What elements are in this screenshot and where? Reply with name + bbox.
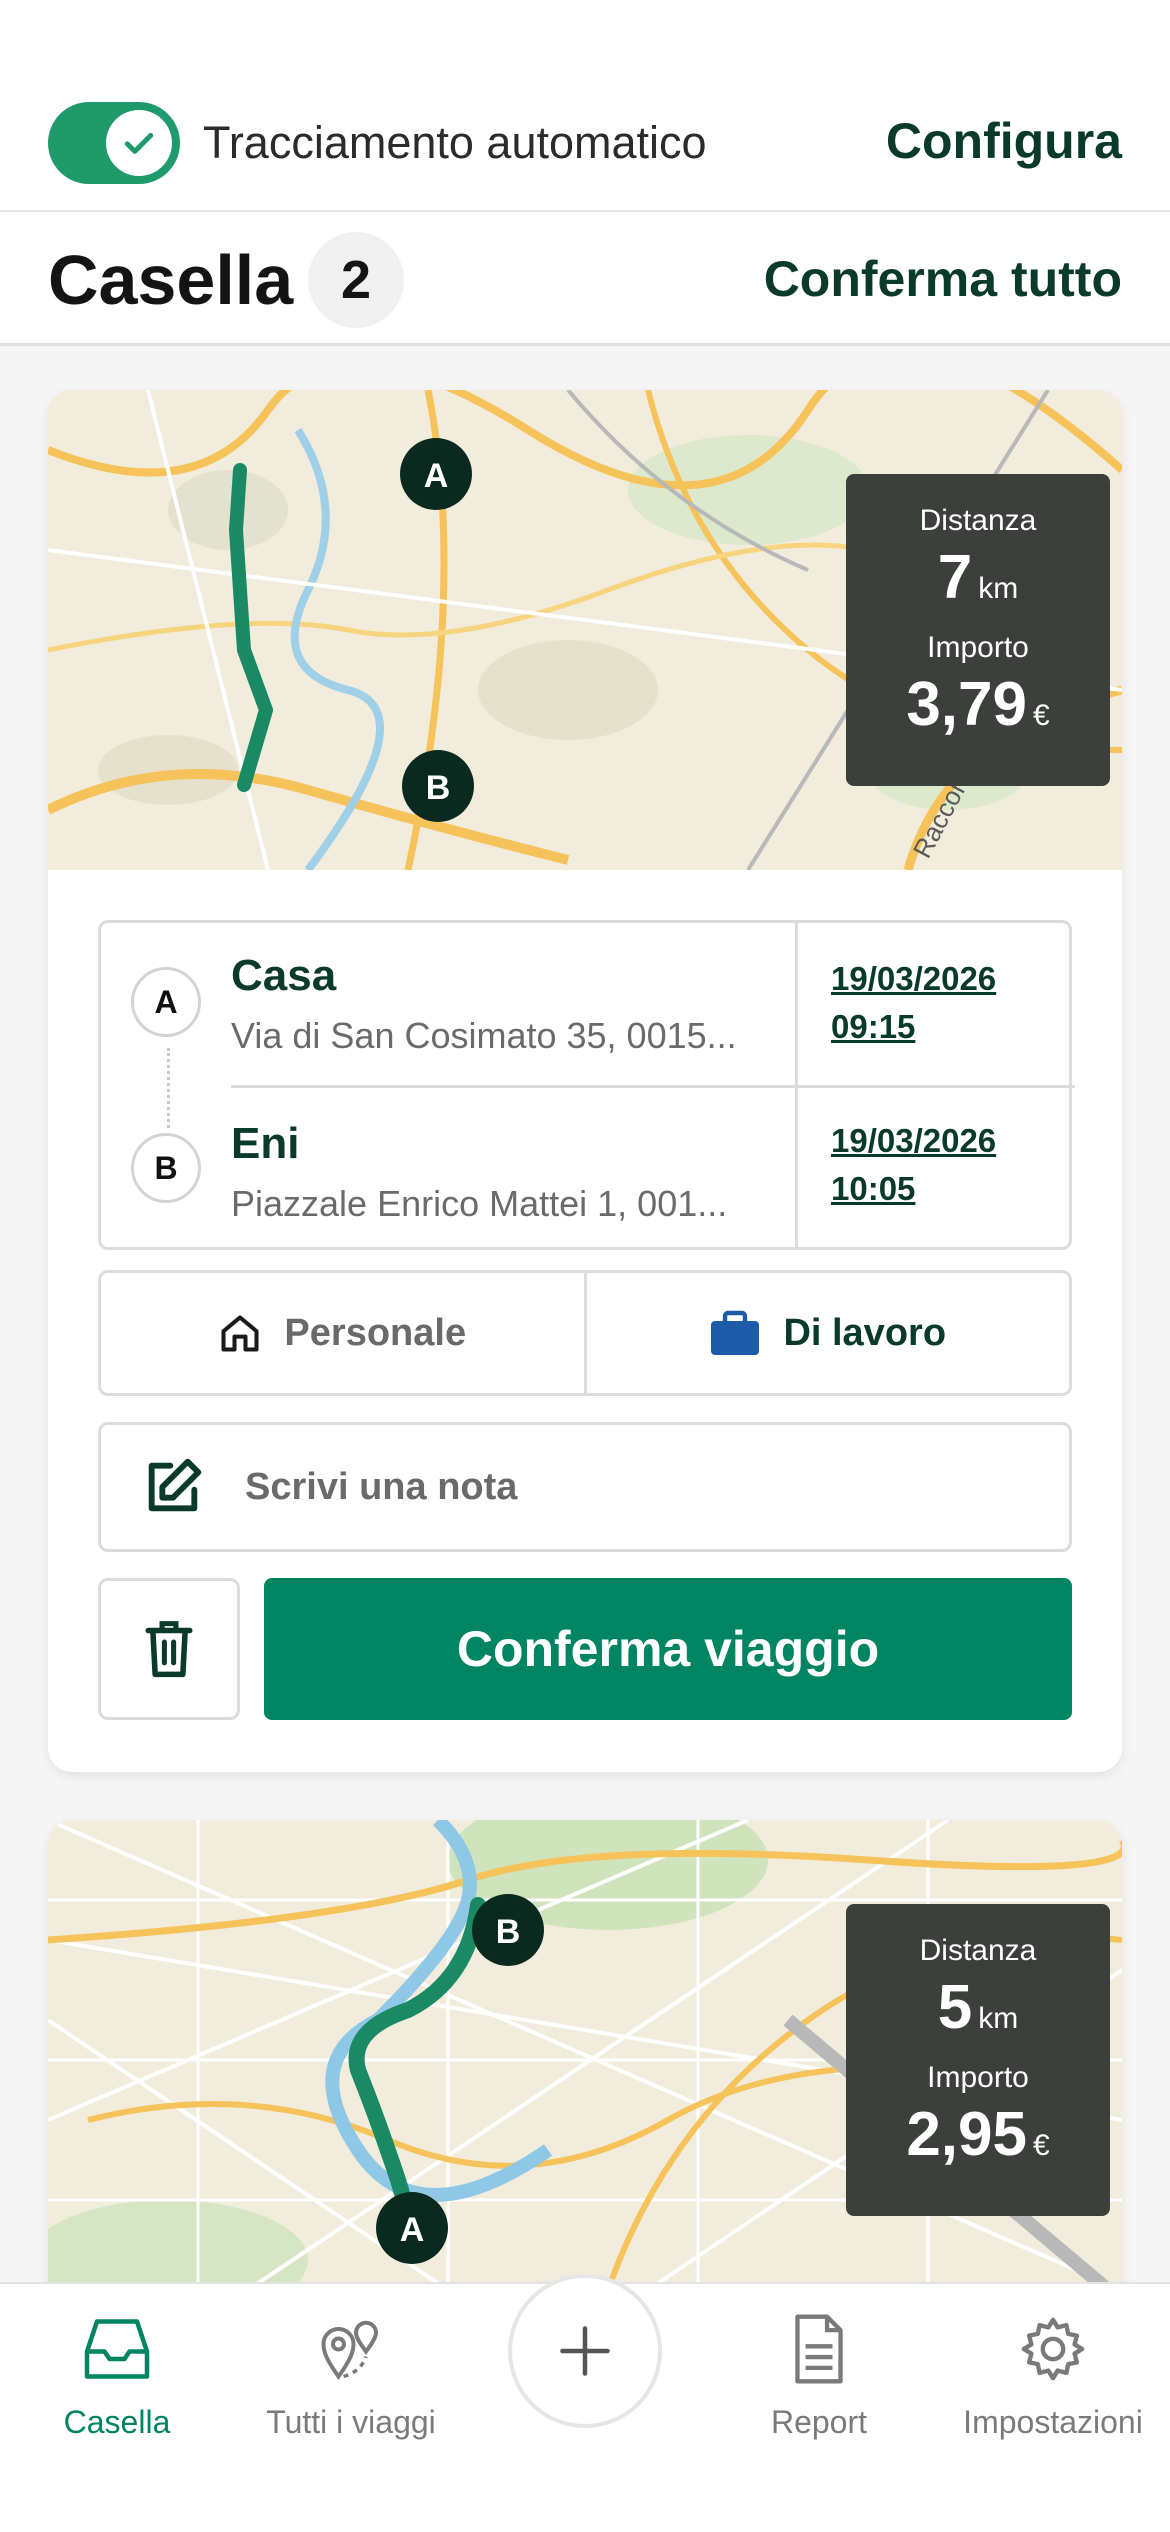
- configure-button[interactable]: Configura: [886, 112, 1122, 170]
- briefcase-icon: [711, 1310, 760, 1355]
- trip-map[interactable]: A B Raccordo Distanza 7 km Importo 3,79 €: [48, 390, 1122, 870]
- note-placeholder: Scrivi una nota: [245, 1465, 518, 1508]
- note-input[interactable]: Scrivi una nota: [98, 1422, 1072, 1552]
- auto-tracking-toggle[interactable]: [48, 102, 180, 184]
- end-place-address[interactable]: Piazzale Enrico Mattei 1, 001...: [231, 1183, 771, 1225]
- amount-value: 2,95 €: [906, 2100, 1050, 2169]
- svg-text:B: B: [426, 769, 451, 807]
- tab-inbox[interactable]: Casella: [2, 2304, 232, 2441]
- end-place-name[interactable]: Eni: [231, 1119, 299, 1169]
- distance-value: 5 km: [937, 1973, 1019, 2042]
- auto-tracking-label: Tracciamento automatico: [203, 117, 707, 168]
- trip-stats-panel: Distanza 5 km Importo 2,95 €: [846, 1904, 1110, 2216]
- end-pin: B: [131, 1133, 201, 1203]
- inbox-header: Casella 2 Conferma tutto: [0, 212, 1170, 346]
- gear-icon: [938, 2304, 1168, 2394]
- confirm-trip-button[interactable]: Conferma viaggio: [264, 1578, 1072, 1720]
- start-pin: A: [131, 967, 201, 1037]
- start-datetime[interactable]: 19/03/2026 09:15: [831, 955, 996, 1051]
- end-datetime[interactable]: 19/03/2026 10:05: [831, 1117, 996, 1213]
- tab-settings[interactable]: Impostazioni: [938, 2304, 1168, 2441]
- tab-all-trips[interactable]: Tutti i viaggi: [236, 2304, 466, 2441]
- edit-icon: [148, 1458, 202, 1512]
- amount-value: 3,79 €: [906, 670, 1050, 739]
- top-bar: Tracciamento automatico Configura: [0, 0, 1170, 212]
- tab-report[interactable]: Report: [704, 2304, 934, 2441]
- route-details: A B Casa Via di San Cosimato 35, 0015...…: [98, 920, 1075, 1250]
- document-icon: [704, 2304, 934, 2394]
- svg-text:A: A: [400, 2211, 425, 2249]
- bottom-tab-bar: Casella Tutti i viaggi Report Impostazio…: [0, 2274, 1170, 2532]
- inbox-icon: [2, 2304, 232, 2394]
- trip-card: B A Distanza 5 km Importo 2,95 €: [48, 1820, 1122, 2290]
- distance-label: Distanza: [919, 504, 1037, 537]
- confirm-all-button[interactable]: Conferma tutto: [764, 250, 1122, 308]
- start-place-address[interactable]: Via di San Cosimato 35, 0015...: [231, 1015, 771, 1057]
- svg-text:B: B: [496, 1913, 521, 1951]
- home-icon: [221, 1315, 259, 1352]
- svg-text:A: A: [424, 457, 449, 495]
- start-place-name[interactable]: Casa: [231, 951, 336, 1001]
- type-personal-button[interactable]: Personale: [101, 1273, 587, 1393]
- add-trip-button[interactable]: [508, 2274, 662, 2428]
- route-pins-icon: [236, 2304, 466, 2394]
- type-work-button[interactable]: Di lavoro: [587, 1273, 1070, 1393]
- amount-label: Importo: [927, 2061, 1029, 2094]
- trip-type-selector: Personale Di lavoro: [98, 1270, 1072, 1396]
- page-title: Casella: [48, 241, 294, 319]
- distance-label: Distanza: [919, 1934, 1037, 1967]
- amount-label: Importo: [927, 631, 1029, 664]
- plus-icon: [560, 2326, 610, 2376]
- trash-icon: [145, 1621, 193, 1678]
- inbox-count-badge: 2: [308, 232, 404, 328]
- trip-stats-panel: Distanza 7 km Importo 3,79 €: [846, 474, 1110, 786]
- trip-map[interactable]: B A Distanza 5 km Importo 2,95 €: [48, 1820, 1122, 2290]
- distance-value: 7 km: [937, 543, 1019, 612]
- delete-trip-button[interactable]: [98, 1578, 240, 1720]
- check-icon: [106, 110, 172, 176]
- trip-card: A B Raccordo Distanza 7 km Importo 3,79 € …: [48, 390, 1122, 1772]
